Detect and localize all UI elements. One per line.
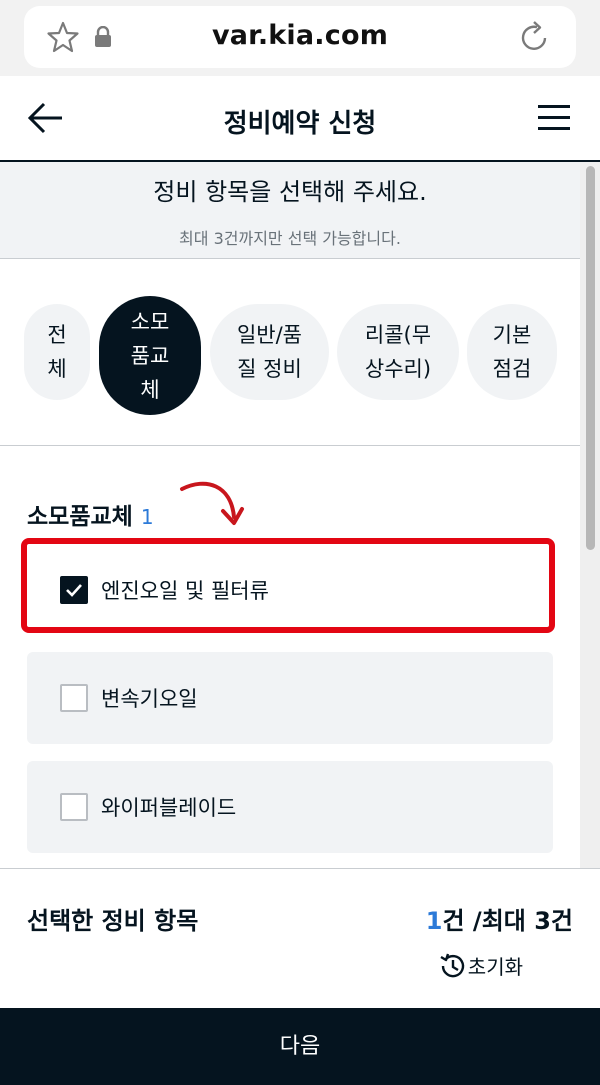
option-engine-oil[interactable]: 엔진오일 및 필터류 — [27, 544, 553, 636]
category-chip-recall[interactable]: 리콜(무 상수리) — [337, 304, 459, 400]
option-label: 와이퍼블레이드 — [101, 796, 237, 820]
category-chip-general[interactable]: 일반/품 질 정비 — [210, 304, 329, 400]
summary-title: 선택한 정비 항목 — [27, 907, 199, 935]
main-content: 정비 항목을 선택해 주세요. 최대 3건까지만 선택 가능합니다. 전 체 소… — [0, 162, 580, 868]
checkbox-transmission-oil[interactable] — [60, 684, 88, 712]
annotation-arrow-icon — [180, 481, 244, 525]
scrollbar[interactable] — [580, 162, 600, 868]
history-reset-icon — [440, 953, 464, 977]
category-filter: 전 체 소모 품교 체 일반/품 질 정비 리콜(무 상수리) 기본 점검 — [0, 259, 580, 446]
selection-count: 1건 /최대 3건 — [426, 901, 573, 936]
instruction-subtitle: 최대 3건까지만 선택 가능합니다. — [179, 229, 401, 248]
next-button[interactable]: 다음 — [0, 1008, 600, 1085]
section-title: 소모품교체 1 — [27, 497, 154, 531]
browser-bar: var.kia.com — [0, 0, 600, 76]
reset-label: 초기화 — [467, 955, 523, 979]
selected-count-number: 1 — [425, 907, 443, 935]
reset-button[interactable]: 초기화 — [438, 951, 523, 980]
url-text[interactable]: var.kia.com — [24, 20, 576, 51]
url-bar[interactable]: var.kia.com — [24, 6, 576, 68]
page-header: 정비예약 신청 — [0, 76, 600, 162]
selection-summary: 선택한 정비 항목 1건 /최대 3건 초기화 — [0, 868, 600, 1008]
scrollbar-thumb[interactable] — [586, 166, 595, 550]
selected-count-suffix: 건 /최대 3건 — [442, 907, 574, 935]
option-transmission-oil[interactable]: 변속기오일 — [27, 652, 553, 744]
reload-icon[interactable] — [518, 19, 552, 55]
page-title: 정비예약 신청 — [223, 109, 377, 139]
option-label: 엔진오일 및 필터류 — [101, 579, 269, 603]
section-title-text: 소모품교체 — [27, 504, 133, 530]
instruction-title: 정비 항목을 선택해 주세요. — [153, 178, 427, 206]
checkbox-wiper-blade[interactable] — [60, 793, 88, 821]
checkmark-icon — [66, 584, 82, 597]
option-wiper-blade[interactable]: 와이퍼블레이드 — [27, 761, 553, 853]
category-chip-all[interactable]: 전 체 — [24, 304, 90, 400]
instruction-panel: 정비 항목을 선택해 주세요. 최대 3건까지만 선택 가능합니다. — [0, 162, 580, 259]
category-chip-consumable[interactable]: 소모 품교 체 — [99, 296, 201, 415]
hamburger-menu-icon[interactable] — [538, 104, 570, 132]
category-chip-basic-check[interactable]: 기본 점검 — [467, 304, 557, 400]
checkbox-engine-oil[interactable] — [60, 576, 88, 604]
option-label: 변속기오일 — [101, 687, 198, 711]
section-count: 1 — [140, 505, 154, 529]
